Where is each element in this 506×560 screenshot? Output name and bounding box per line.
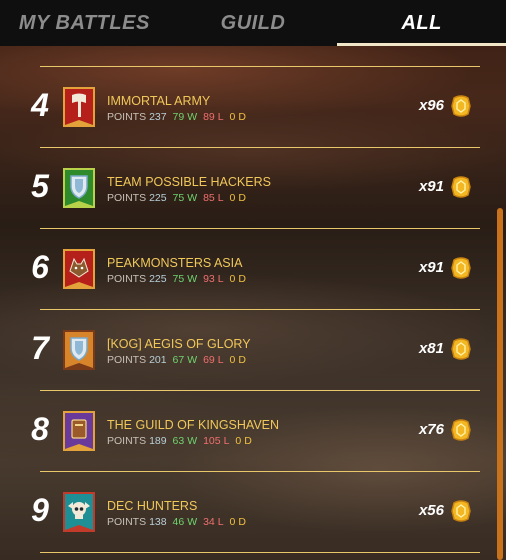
guild-banner [63, 249, 95, 289]
guild-stats: POINTS 201 67 W 69 L 0D [107, 354, 249, 366]
losses-value: 89 [203, 111, 215, 123]
wins-label: W [187, 435, 198, 447]
merit-coin-icon [451, 176, 471, 198]
merit-coin-icon [451, 500, 471, 522]
draws-value: 0 [229, 516, 236, 528]
points-value: 189 [149, 435, 167, 447]
points-value: 201 [149, 354, 167, 366]
tab-bar: MY BATTLES GUILD ALL [0, 0, 506, 46]
tab-my-battles[interactable]: MY BATTLES [0, 0, 169, 46]
losses-value: 69 [203, 354, 215, 366]
losses-label: L [217, 354, 224, 366]
guild-banner [63, 492, 95, 532]
book-icon [71, 419, 87, 439]
guild-name: DEC HUNTERS [107, 499, 198, 513]
rank-number: 9 [31, 492, 49, 528]
points-value: 225 [149, 273, 167, 285]
guild-stats: POINTS 237 79 W 89 L 0D [107, 111, 249, 123]
losses-label: L [217, 192, 224, 204]
draws-value: 0 [235, 435, 242, 447]
tab-guild[interactable]: GUILD [169, 0, 338, 46]
guild-banner [63, 168, 95, 208]
merit-coin-icon [451, 257, 471, 279]
wins-value: 75 [172, 273, 185, 285]
guild-name: IMMORTAL ARMY [107, 94, 211, 108]
reward-count: x81 [418, 340, 444, 357]
losses-label: L [217, 516, 224, 528]
losses-label: L [217, 111, 224, 123]
points-value: 237 [149, 111, 167, 123]
merit-coin-icon [451, 95, 471, 117]
leaderboard-row[interactable]: 9 DEC HUNTERS POINTS 138 46 W 34 L 0D x56 [31, 471, 480, 553]
scrollbar[interactable] [497, 208, 503, 560]
tab-all[interactable]: ALL [337, 0, 506, 46]
shield-icon [70, 337, 88, 361]
reward-count: x56 [418, 502, 444, 519]
leaderboard-row[interactable]: 4 IMMORTAL ARMY POINTS 237 79 W 89 L 0D x96 [31, 66, 480, 147]
wins-value: 75 [172, 192, 185, 204]
rank-number: 6 [31, 249, 49, 285]
guild-banner [63, 411, 95, 451]
losses-label: L [217, 273, 224, 285]
reward-count: x96 [418, 97, 444, 114]
reward-count: x91 [418, 259, 444, 276]
draws-value: 0 [229, 273, 236, 285]
guild-stats: POINTS 225 75 W 85 L 0D [107, 192, 249, 204]
leaderboard-row[interactable]: 7 [KOG] AEGIS OF GLORY POINTS 201 67 W 69 L… [31, 309, 480, 390]
draws-label: D [238, 111, 246, 123]
draws-label: D [238, 273, 246, 285]
merit-coin-icon [451, 419, 471, 441]
wins-label: W [187, 192, 198, 204]
wins-label: W [187, 111, 198, 123]
points-label: POINTS [107, 111, 147, 123]
rank-number: 5 [31, 168, 49, 204]
draws-label: D [238, 192, 246, 204]
points-label: POINTS [107, 435, 147, 447]
wins-label: W [187, 516, 198, 528]
reward-count: x76 [418, 421, 444, 438]
points-label: POINTS [107, 516, 147, 528]
draws-value: 0 [229, 111, 236, 123]
draws-value: 0 [229, 354, 236, 366]
leaderboard-row[interactable]: 6 PEAKMONSTERS ASIA POINTS 225 75 W 93 L 0D… [31, 228, 480, 309]
points-value: 225 [149, 192, 167, 204]
guild-name: TEAM POSSIBLE HACKERS [107, 175, 271, 189]
losses-label: L [223, 435, 230, 447]
leaderboard-list: 4 IMMORTAL ARMY POINTS 237 79 W 89 L 0D x96… [31, 66, 480, 553]
losses-value: 105 [203, 435, 221, 447]
losses-value: 34 [203, 516, 215, 528]
wins-value: 63 [172, 435, 185, 447]
wins-value: 46 [172, 516, 185, 528]
losses-value: 85 [203, 192, 215, 204]
merit-coin-icon [451, 338, 471, 360]
leaderboard-row[interactable]: 5 TEAM POSSIBLE HACKERS POINTS 225 75 W 85… [31, 147, 480, 228]
guild-banner [63, 330, 95, 370]
guild-stats: POINTS 189 63 W 105 L 0D [107, 435, 255, 447]
losses-value: 93 [203, 273, 215, 285]
points-label: POINTS [107, 273, 147, 285]
wins-label: W [187, 354, 198, 366]
guild-name: [KOG] AEGIS OF GLORY [107, 337, 251, 351]
wins-value: 79 [172, 111, 185, 123]
draws-value: 0 [229, 192, 236, 204]
rank-number: 8 [31, 411, 49, 447]
leaderboard-row[interactable]: 8 THE GUILD OF KINGSHAVEN POINTS 189 63 W … [31, 390, 480, 471]
reward-count: x91 [418, 178, 444, 195]
guild-banner [63, 87, 95, 127]
shield-icon [70, 175, 88, 199]
guild-stats: POINTS 225 75 W 93 L 0D [107, 273, 249, 285]
guild-name: THE GUILD OF KINGSHAVEN [107, 418, 280, 432]
rank-number: 7 [31, 330, 49, 366]
rank-number: 4 [31, 87, 49, 123]
draws-label: D [238, 516, 246, 528]
points-value: 138 [149, 516, 167, 528]
guild-name: PEAKMONSTERS ASIA [107, 256, 243, 270]
draws-label: D [238, 354, 246, 366]
points-label: POINTS [107, 354, 147, 366]
points-label: POINTS [107, 192, 147, 204]
draws-label: D [244, 435, 252, 447]
wins-value: 67 [172, 354, 185, 366]
guild-stats: POINTS 138 46 W 34 L 0D [107, 516, 249, 528]
wins-label: W [187, 273, 198, 285]
